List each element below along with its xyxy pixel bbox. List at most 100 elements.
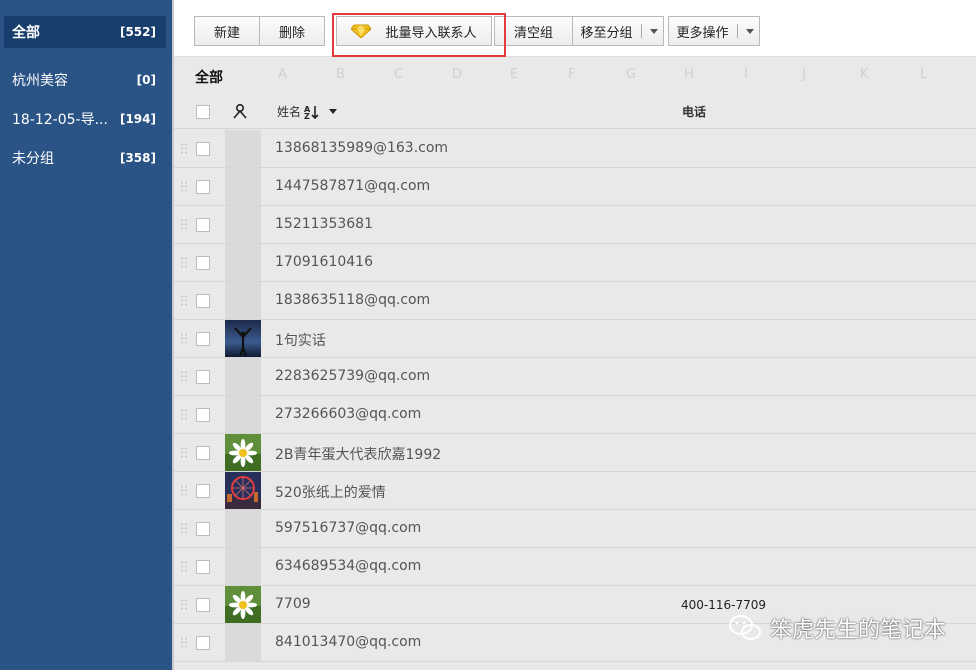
row-checkbox[interactable]	[196, 370, 210, 384]
watermark: 笨虎先生的笔记本	[728, 612, 946, 644]
avatar	[225, 320, 261, 357]
table-row[interactable]: 2B青年蛋大代表欣嘉1992	[174, 434, 976, 472]
table-row[interactable]: 2283625739@qq.com	[174, 358, 976, 396]
letter-filter-h[interactable]: H	[684, 67, 694, 82]
table-row[interactable]: 13868135989@163.com	[174, 130, 976, 168]
avatar	[225, 282, 261, 319]
letter-filter-f[interactable]: F	[568, 67, 575, 82]
contact-name[interactable]: 13868135989@163.com	[275, 140, 448, 156]
sidebar-item-count: [358]	[119, 151, 156, 165]
contact-name[interactable]: 273266603@qq.com	[275, 406, 421, 422]
avatar	[225, 624, 261, 661]
avatar	[225, 586, 261, 623]
select-all-checkbox[interactable]	[196, 105, 210, 119]
table-row[interactable]: 597516737@qq.com	[174, 510, 976, 548]
sidebar-item-count: [0]	[136, 73, 156, 87]
letter-filter-b[interactable]: B	[336, 67, 345, 82]
table-row[interactable]: 15211353681	[174, 206, 976, 244]
contact-phone: 400-116-7709	[681, 598, 767, 612]
sidebar-item-import-group[interactable]: 18-12-05-导... [194]	[4, 103, 166, 135]
letter-filter-e[interactable]: E	[510, 67, 518, 82]
contact-name[interactable]: 841013470@qq.com	[275, 634, 421, 650]
new-button[interactable]: 新建	[194, 16, 260, 46]
sidebar-item-label: 18-12-05-导...	[12, 112, 108, 128]
table-row[interactable]: 17091610416	[174, 244, 976, 282]
contact-name[interactable]: 634689534@qq.com	[275, 558, 421, 574]
table-row[interactable]: 1838635118@qq.com	[174, 282, 976, 320]
clear-group-button[interactable]: 清空组	[494, 16, 573, 46]
row-checkbox[interactable]	[196, 256, 210, 270]
contact-name[interactable]: 1447587871@qq.com	[275, 178, 430, 194]
contact-name[interactable]: 597516737@qq.com	[275, 520, 421, 536]
contact-name[interactable]: 2283625739@qq.com	[275, 368, 430, 384]
row-checkbox[interactable]	[196, 636, 210, 650]
row-checkbox[interactable]	[196, 598, 210, 612]
chevron-down-icon	[649, 28, 658, 34]
letter-filter-l[interactable]: L	[920, 67, 927, 82]
chevron-down-icon[interactable]	[329, 109, 338, 114]
letter-filter-k[interactable]: K	[860, 67, 869, 82]
table-row[interactable]: 634689534@qq.com	[174, 548, 976, 586]
letter-filter-i[interactable]: I	[744, 67, 748, 82]
group-sidebar: 全部 [552] 杭州美容 [0] 18-12-05-导... [194] 未分…	[0, 0, 172, 670]
table-row[interactable]: 1447587871@qq.com	[174, 168, 976, 206]
letter-filter-all[interactable]: 全部	[195, 67, 223, 87]
contact-name[interactable]: 15211353681	[275, 216, 373, 232]
row-checkbox[interactable]	[196, 522, 210, 536]
sidebar-item-ungrouped[interactable]: 未分组 [358]	[4, 142, 166, 174]
batch-import-button[interactable]: 批量导入联系人	[336, 16, 492, 46]
contact-name[interactable]: 2B青年蛋大代表欣嘉1992	[275, 444, 441, 464]
row-checkbox[interactable]	[196, 142, 210, 156]
move-to-group-button[interactable]: 移至分组	[572, 16, 664, 46]
sort-az-icon: A Z	[304, 105, 319, 120]
contact-name[interactable]: 520张纸上的爱情	[275, 482, 386, 502]
row-checkbox[interactable]	[196, 180, 210, 194]
row-checkbox[interactable]	[196, 560, 210, 574]
move-to-group-label: 移至分组	[580, 25, 633, 41]
avatar	[225, 358, 261, 395]
letter-filter-d[interactable]: D	[452, 67, 462, 82]
table-row[interactable]: 273266603@qq.com	[174, 396, 976, 434]
table-row[interactable]: 520张纸上的爱情	[174, 472, 976, 510]
letter-filter-g[interactable]: G	[626, 67, 636, 82]
sidebar-item-label: 未分组	[12, 151, 54, 167]
contact-name[interactable]: 17091610416	[275, 254, 373, 270]
avatar	[225, 244, 261, 281]
table-header: 姓名 A Z 电话	[174, 95, 976, 129]
contact-name[interactable]: 7709	[275, 596, 311, 612]
name-column-label: 姓名	[277, 105, 302, 119]
watermark-text: 笨虎先生的笔记本	[769, 618, 946, 643]
sidebar-item-count: [552]	[119, 25, 156, 39]
sidebar-item-hangzhou[interactable]: 杭州美容 [0]	[4, 64, 166, 96]
avatar	[225, 130, 261, 167]
row-checkbox[interactable]	[196, 332, 210, 346]
row-checkbox[interactable]	[196, 484, 210, 498]
avatar	[225, 168, 261, 205]
row-checkbox[interactable]	[196, 218, 210, 232]
contact-name[interactable]: 1句实话	[275, 330, 326, 350]
contact-name[interactable]: 1838635118@qq.com	[275, 292, 430, 308]
letter-filter-a[interactable]: A	[278, 67, 287, 82]
row-checkbox[interactable]	[196, 408, 210, 422]
wechat-icon	[728, 615, 761, 640]
sidebar-item-all[interactable]: 全部 [552]	[4, 16, 166, 48]
avatar	[225, 434, 261, 471]
person-icon	[233, 103, 247, 119]
phone-column-header: 电话	[682, 105, 707, 119]
name-column-header[interactable]: 姓名 A Z	[277, 103, 338, 120]
more-actions-button[interactable]: 更多操作	[668, 16, 760, 46]
avatar	[225, 396, 261, 433]
row-checkbox[interactable]	[196, 294, 210, 308]
delete-button[interactable]: 删除	[259, 16, 325, 46]
letter-filter-c[interactable]: C	[394, 67, 403, 82]
avatar	[225, 548, 261, 585]
diamond-icon	[351, 24, 372, 38]
letter-filter-bar: 全部 A B C D E F G H I J K L	[174, 57, 976, 95]
avatar	[225, 510, 261, 547]
more-actions-label: 更多操作	[676, 25, 729, 41]
row-checkbox[interactable]	[196, 446, 210, 460]
svg-text:Z: Z	[304, 112, 310, 120]
avatar	[225, 206, 261, 243]
table-row[interactable]: 1句实话	[174, 320, 976, 358]
letter-filter-j[interactable]: J	[802, 67, 806, 82]
